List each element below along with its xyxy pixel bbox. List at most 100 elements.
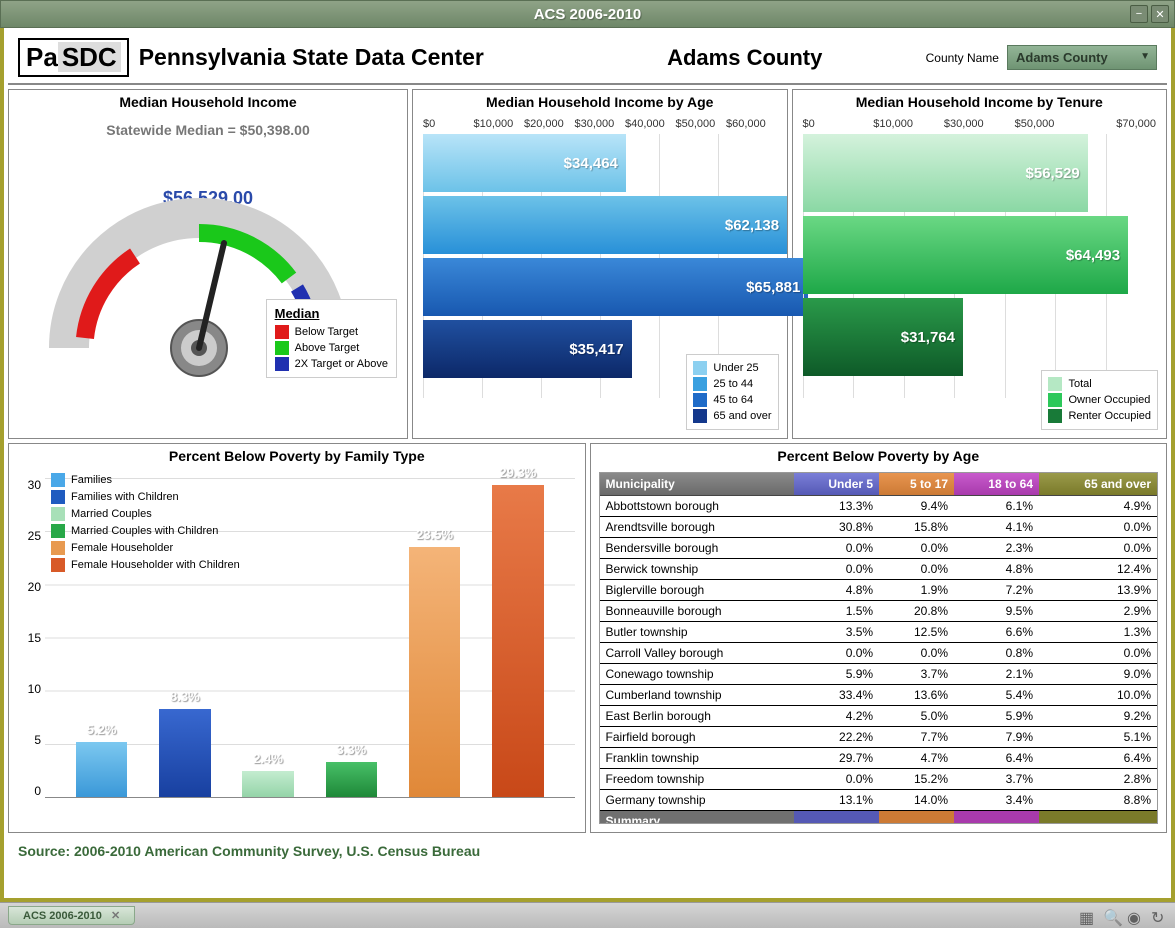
legend-label: 65 and over xyxy=(713,410,771,422)
chart-icon[interactable]: ◉ xyxy=(1127,908,1143,924)
cell: 2.1% xyxy=(954,664,1039,685)
table-row[interactable]: Berwick township0.0%0.0%4.8%12.4% xyxy=(600,559,1158,580)
sheet-tab[interactable]: ACS 2006-2010 ✕ xyxy=(8,906,135,925)
cell: 4.8% xyxy=(794,580,879,601)
table-row[interactable]: Bonneauville borough1.5%20.8%9.5%2.9% xyxy=(600,601,1158,622)
legend-label: Under 25 xyxy=(713,362,758,374)
refresh-icon[interactable]: ↻ xyxy=(1151,908,1167,924)
gauge-legend-title: Median xyxy=(275,306,388,321)
cell: 5.1% xyxy=(1039,727,1157,748)
cell: Arendtsville borough xyxy=(600,517,795,538)
cell: 13.6% xyxy=(879,685,954,706)
cell: 8.8% xyxy=(1039,790,1157,811)
table-row[interactable]: Abbottstown borough13.3%9.4%6.1%4.9% xyxy=(600,496,1158,517)
legend-label: Families with Children xyxy=(71,491,179,503)
tick: $30,000 xyxy=(575,118,626,130)
bottom-icons: ▦ 🔍 ◉ ↻ xyxy=(1079,908,1167,924)
square-icon xyxy=(693,409,707,423)
cell: 9.2% xyxy=(1039,706,1157,727)
table-row[interactable]: Biglerville borough4.8%1.9%7.2%13.9% xyxy=(600,580,1158,601)
cell: Germany township xyxy=(600,790,795,811)
legend-label: Renter Occupied xyxy=(1068,410,1151,422)
tick: 10 xyxy=(11,682,41,696)
legend-label: 2X Target or Above xyxy=(295,358,388,370)
logo-sdc: SDC xyxy=(58,42,121,72)
legend-item: Owner Occupied xyxy=(1048,393,1151,407)
table-row[interactable]: Butler township3.5%12.5%6.6%1.3% xyxy=(600,622,1158,643)
bar: 3.3% xyxy=(326,762,377,797)
county-select[interactable]: Adams County xyxy=(1007,45,1157,70)
cell: 5.0% xyxy=(879,706,954,727)
legend-item: Total xyxy=(1048,377,1151,391)
close-icon[interactable]: ✕ xyxy=(111,910,120,922)
logo-pa: Pa xyxy=(26,42,58,72)
table-row[interactable]: Fairfield borough22.2%7.7%7.9%5.1% xyxy=(600,727,1158,748)
county-select-wrap: County Name Adams County xyxy=(926,45,1157,70)
bar-row: $56,529 xyxy=(803,134,1157,212)
bar-wrap: 2.4% xyxy=(232,478,305,797)
square-icon xyxy=(275,357,289,371)
cell: 13.1% xyxy=(794,790,879,811)
cell: Cumberland township xyxy=(600,685,795,706)
income-by-tenure-panel: Median Household Income by Tenure $0 $10… xyxy=(792,89,1168,439)
gauge-legend-item: 2X Target or Above xyxy=(275,357,388,371)
cell: 2.8% xyxy=(1039,769,1157,790)
gauge-panel: Median Household Income Statewide Median… xyxy=(8,89,408,439)
bar-label: $56,529 xyxy=(1026,165,1080,182)
bar-wrap: 29.3% xyxy=(481,478,554,797)
table-row[interactable]: Germany township13.1%14.0%3.4%8.8% xyxy=(600,790,1158,811)
legend-item: Married Couples xyxy=(51,507,240,521)
square-icon xyxy=(1048,409,1062,423)
summary-row[interactable]: Summary xyxy=(600,811,1158,825)
bar-label: 3.3% xyxy=(337,742,367,757)
legend-item: Female Householder with Children xyxy=(51,558,240,572)
legend-label: Owner Occupied xyxy=(1068,394,1150,406)
cell: 0.0% xyxy=(879,538,954,559)
legend-label: Married Couples with Children xyxy=(71,525,218,537)
bar-row: $62,138 xyxy=(423,196,777,254)
table-row[interactable]: Bendersville borough0.0%0.0%2.3%0.0% xyxy=(600,538,1158,559)
bar-label: 29.3% xyxy=(499,465,536,480)
table-row[interactable]: Arendtsville borough30.8%15.8%4.1%0.0% xyxy=(600,517,1158,538)
cell: 2.3% xyxy=(954,538,1039,559)
col-legend: Families Families with Children Married … xyxy=(51,470,240,575)
cell xyxy=(879,811,954,825)
table-row[interactable]: Carroll Valley borough0.0%0.0%0.8%0.0% xyxy=(600,643,1158,664)
col-header[interactable]: Municipality xyxy=(600,473,795,496)
y-axis: 30 25 20 15 10 5 0 xyxy=(11,478,41,798)
bar-row: $34,464 xyxy=(423,134,777,192)
col-header[interactable]: Under 5 xyxy=(794,473,879,496)
minimize-button[interactable]: − xyxy=(1130,5,1148,23)
cell: 4.7% xyxy=(879,748,954,769)
cell: 30.8% xyxy=(794,517,879,538)
close-button[interactable]: ✕ xyxy=(1151,5,1169,23)
poverty-age-panel: Percent Below Poverty by Age Municipalit… xyxy=(590,443,1168,833)
table-row[interactable]: Conewago township5.9%3.7%2.1%9.0% xyxy=(600,664,1158,685)
tick: 0 xyxy=(11,784,41,798)
table-row[interactable]: East Berlin borough4.2%5.0%5.9%9.2% xyxy=(600,706,1158,727)
table-row[interactable]: Freedom township0.0%15.2%3.7%2.8% xyxy=(600,769,1158,790)
cell: 5.9% xyxy=(794,664,879,685)
legend-label: Married Couples xyxy=(71,508,152,520)
cell: 15.2% xyxy=(879,769,954,790)
col-header[interactable]: 18 to 64 xyxy=(954,473,1039,496)
legend-item: 45 to 64 xyxy=(693,393,771,407)
table-row[interactable]: Franklin township29.7%4.7%6.4%6.4% xyxy=(600,748,1158,769)
cell: 6.1% xyxy=(954,496,1039,517)
hbar-axis: $0 $10,000 $20,000 $30,000 $40,000 $50,0… xyxy=(413,114,787,134)
tick: $20,000 xyxy=(524,118,575,130)
cell: Freedom township xyxy=(600,769,795,790)
zoom-icon[interactable]: 🔍 xyxy=(1103,908,1119,924)
cell: 4.8% xyxy=(954,559,1039,580)
square-icon xyxy=(1048,377,1062,391)
bar-label: $64,493 xyxy=(1066,247,1120,264)
grid-icon[interactable]: ▦ xyxy=(1079,908,1095,924)
col-header[interactable]: 5 to 17 xyxy=(879,473,954,496)
table-scroll[interactable]: Municipality Under 5 5 to 17 18 to 64 65… xyxy=(599,472,1159,824)
table-row[interactable]: Cumberland township33.4%13.6%5.4%10.0% xyxy=(600,685,1158,706)
header-row: PaSDC Pennsylvania State Data Center Ada… xyxy=(8,32,1167,85)
square-icon xyxy=(693,377,707,391)
legend-item: 25 to 44 xyxy=(693,377,771,391)
col-header[interactable]: 65 and over xyxy=(1039,473,1157,496)
tick: 15 xyxy=(11,631,41,645)
